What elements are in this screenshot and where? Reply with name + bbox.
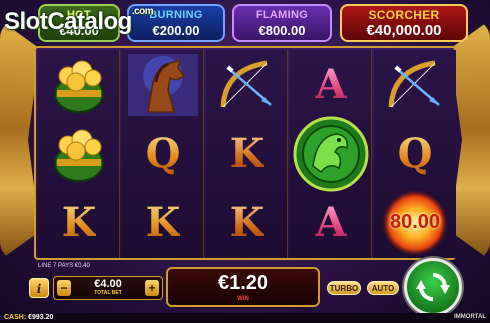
- jackpot-scorcher-label: SCORCHER: [368, 8, 440, 22]
- symbol-letter: K: [122, 188, 204, 257]
- reel-4: A A: [290, 50, 372, 258]
- turbo-button[interactable]: TURBO: [327, 281, 361, 295]
- game-stage: HOT €40.00 BURNING €200.00 FLAMING €800.…: [0, 0, 490, 323]
- bet-decrease-button[interactable]: −: [57, 280, 71, 296]
- watermark-logo: SlotCatalog.com: [4, 6, 154, 36]
- info-button[interactable]: i: [29, 278, 49, 298]
- symbol-letter: A: [290, 50, 372, 119]
- symbol-pot-of-gold: [38, 50, 120, 119]
- bow-and-arrow-icon: [388, 60, 440, 107]
- fireball-value: 80.00: [389, 210, 441, 233]
- symbol-letter: K: [206, 119, 288, 188]
- bow-and-arrow-icon: [220, 60, 272, 107]
- symbol-dragon-medallion: [290, 116, 372, 191]
- win-display: €1.20 WIN: [166, 267, 320, 307]
- line-win-info: LINE 7 PAYS €0.40: [38, 263, 90, 269]
- symbol-pot-of-gold: [38, 119, 120, 188]
- symbol-letter: Q: [374, 119, 456, 188]
- watermark-text: SlotCatalog: [4, 8, 132, 35]
- symbol-horse: [122, 50, 204, 119]
- reel-3: K K: [206, 50, 288, 258]
- symbol-letter: K: [206, 188, 288, 257]
- fireball-coin: 80.00: [375, 189, 455, 257]
- symbol-letter: Q: [122, 119, 204, 188]
- pot-of-gold-icon: [54, 129, 104, 182]
- symbol-letter-text: K: [229, 199, 265, 246]
- reel-grid: K Q K K K A A Q 80.00: [34, 46, 456, 260]
- win-value: €1.20: [217, 272, 269, 294]
- bet-selector: − €4.00 TOTAL BET +: [53, 276, 163, 300]
- symbol-letter-text: K: [145, 199, 181, 246]
- symbol-letter-text: A: [315, 61, 347, 108]
- horse-icon: [128, 53, 198, 116]
- symbol-letter: K: [38, 188, 120, 257]
- pot-of-gold-icon: [54, 60, 104, 113]
- status-bar: CASH: €993.20 IMMORTAL: [0, 313, 490, 323]
- jackpot-flaming: FLAMING €800.00: [232, 4, 332, 42]
- symbol-letter-text: A: [315, 199, 347, 246]
- symbol-letter: A: [290, 188, 372, 257]
- game-name: IMMORTAL: [454, 314, 486, 320]
- jackpot-flaming-value: €800.00: [258, 23, 306, 38]
- cash-display: CASH: €993.20: [4, 314, 53, 321]
- symbol-letter-text: Q: [397, 130, 433, 177]
- cash-label: CASH:: [4, 314, 27, 321]
- jackpot-scorcher: SCORCHER €40,000.00: [340, 4, 468, 42]
- symbol-bow-and-arrow: [374, 50, 456, 119]
- watermark-suffix: .com: [131, 6, 154, 17]
- total-bet-label: TOTAL BET: [94, 290, 122, 296]
- total-bet-value: €4.00: [94, 278, 122, 290]
- symbol-bow-and-arrow: [206, 50, 288, 119]
- reel-1: K: [38, 50, 120, 258]
- bet-increase-button[interactable]: +: [145, 280, 159, 296]
- symbol-letter-text: K: [61, 199, 97, 246]
- right-gold-ornament: [450, 20, 490, 260]
- cash-value: €993.20: [28, 314, 54, 321]
- win-label: WIN: [237, 296, 249, 302]
- dragon-medallion-icon: [293, 116, 369, 191]
- symbol-fireball: 80.00: [374, 188, 456, 257]
- jackpot-scorcher-value: €40,000.00: [366, 22, 442, 39]
- spin-button[interactable]: [404, 258, 462, 316]
- reel-5: Q 80.00: [374, 50, 456, 258]
- jackpot-flaming-label: FLAMING: [255, 9, 309, 21]
- symbol-letter-text: K: [229, 130, 265, 177]
- reel-2: Q K: [122, 50, 204, 258]
- spin-arrows-icon: [416, 273, 450, 301]
- autoplay-button[interactable]: AUTO: [367, 281, 399, 295]
- symbol-letter-text: Q: [145, 130, 181, 177]
